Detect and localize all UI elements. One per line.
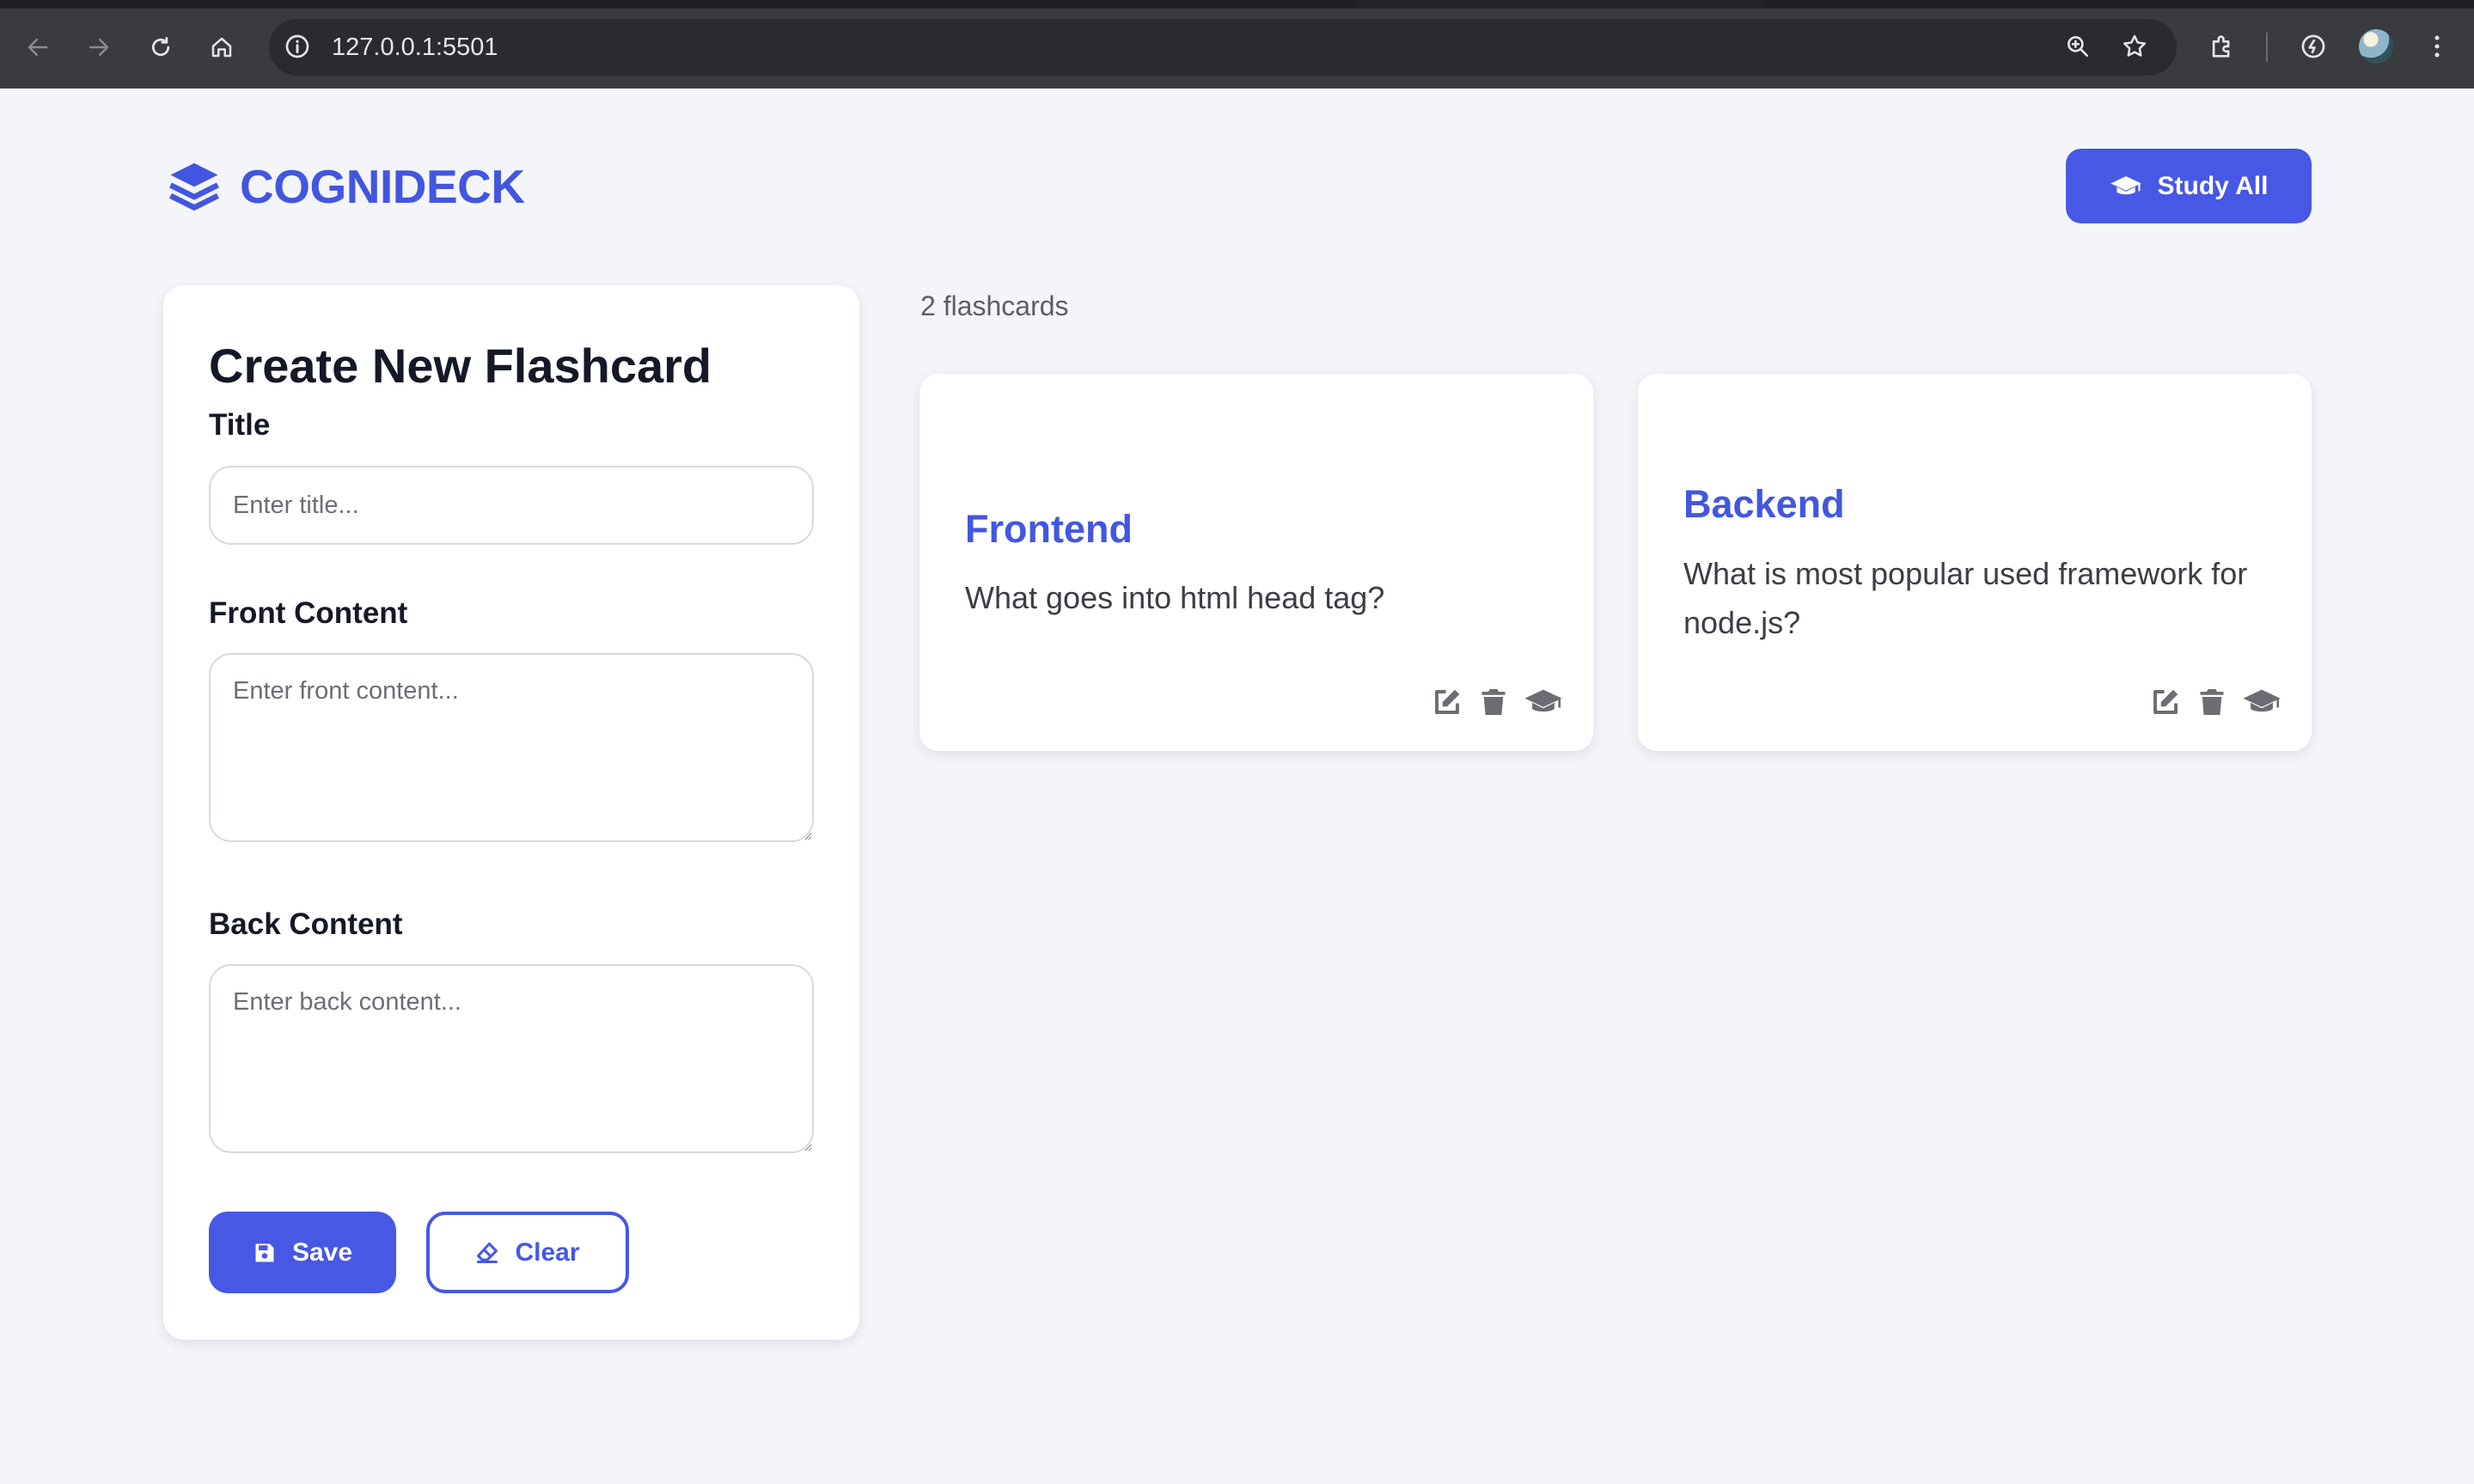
profile-avatar[interactable] xyxy=(2359,29,2393,64)
save-button[interactable]: Save xyxy=(209,1212,396,1293)
flashcard-front-text: What is most popular used framework for … xyxy=(1683,556,2248,640)
trash-icon[interactable] xyxy=(1476,685,1511,719)
more-menu-icon[interactable] xyxy=(2420,29,2454,64)
flashcard-front-text: What goes into html head tag? xyxy=(965,580,1385,615)
clear-label: Clear xyxy=(515,1237,580,1267)
edit-icon[interactable] xyxy=(1430,685,1464,719)
title-label: Title xyxy=(209,408,271,442)
eraser-icon xyxy=(477,1242,498,1263)
floppy-disk-icon xyxy=(255,1243,274,1261)
flashcard[interactable]: Backend What is most popular used framew… xyxy=(1638,374,2312,751)
performance-icon[interactable] xyxy=(2296,29,2330,64)
tab-edge xyxy=(0,0,1358,9)
flashcard[interactable]: Frontend What goes into html head tag? xyxy=(919,374,1593,751)
trash-icon[interactable] xyxy=(2195,685,2229,719)
forward-icon[interactable] xyxy=(78,27,119,68)
front-content-input[interactable] xyxy=(209,653,814,842)
back-content-label: Back Content xyxy=(209,907,403,941)
front-content-label: Front Content xyxy=(209,596,408,630)
brand-name: COGNIDECK xyxy=(240,160,525,213)
reload-icon[interactable] xyxy=(140,27,181,68)
form-title: Create New Flashcard xyxy=(209,339,712,393)
graduation-cap-icon[interactable] xyxy=(2241,685,2282,719)
clear-button[interactable]: Clear xyxy=(426,1212,629,1293)
browser-toolbar: 127.0.0.1:5501 xyxy=(0,0,2474,89)
home-icon[interactable] xyxy=(201,27,242,68)
tab-edge xyxy=(1762,0,2474,9)
graduation-cap-icon[interactable] xyxy=(1523,685,1564,719)
bookmark-star-icon[interactable] xyxy=(2119,31,2150,62)
flashcard-count: 2 flashcards xyxy=(920,290,1069,321)
flashcard-title: Backend xyxy=(1683,482,1845,526)
flashcard-title: Frontend xyxy=(965,507,1133,551)
study-all-button[interactable]: Study All xyxy=(2066,149,2312,223)
flashcard-actions xyxy=(2148,685,2282,719)
graduation-cap-icon xyxy=(2110,175,2141,194)
address-url[interactable]: 127.0.0.1:5501 xyxy=(332,33,498,62)
edit-icon[interactable] xyxy=(2148,685,2183,719)
tab-strip xyxy=(0,0,2474,9)
site-info-icon[interactable] xyxy=(284,33,311,60)
layers-logo-icon xyxy=(166,157,223,214)
extensions-icon[interactable] xyxy=(2205,29,2239,64)
study-all-label: Study All xyxy=(2157,171,2269,200)
back-icon[interactable] xyxy=(17,27,58,68)
flashcard-actions xyxy=(1430,685,1564,719)
create-flashcard-panel: Create New Flashcard Title Front Content… xyxy=(163,285,859,1340)
back-content-input[interactable] xyxy=(209,964,814,1153)
toolbar-separator xyxy=(2266,33,2268,62)
zoom-icon[interactable] xyxy=(2062,31,2093,62)
address-bar[interactable] xyxy=(269,19,2177,76)
save-label: Save xyxy=(291,1237,353,1267)
title-input[interactable] xyxy=(209,466,814,545)
